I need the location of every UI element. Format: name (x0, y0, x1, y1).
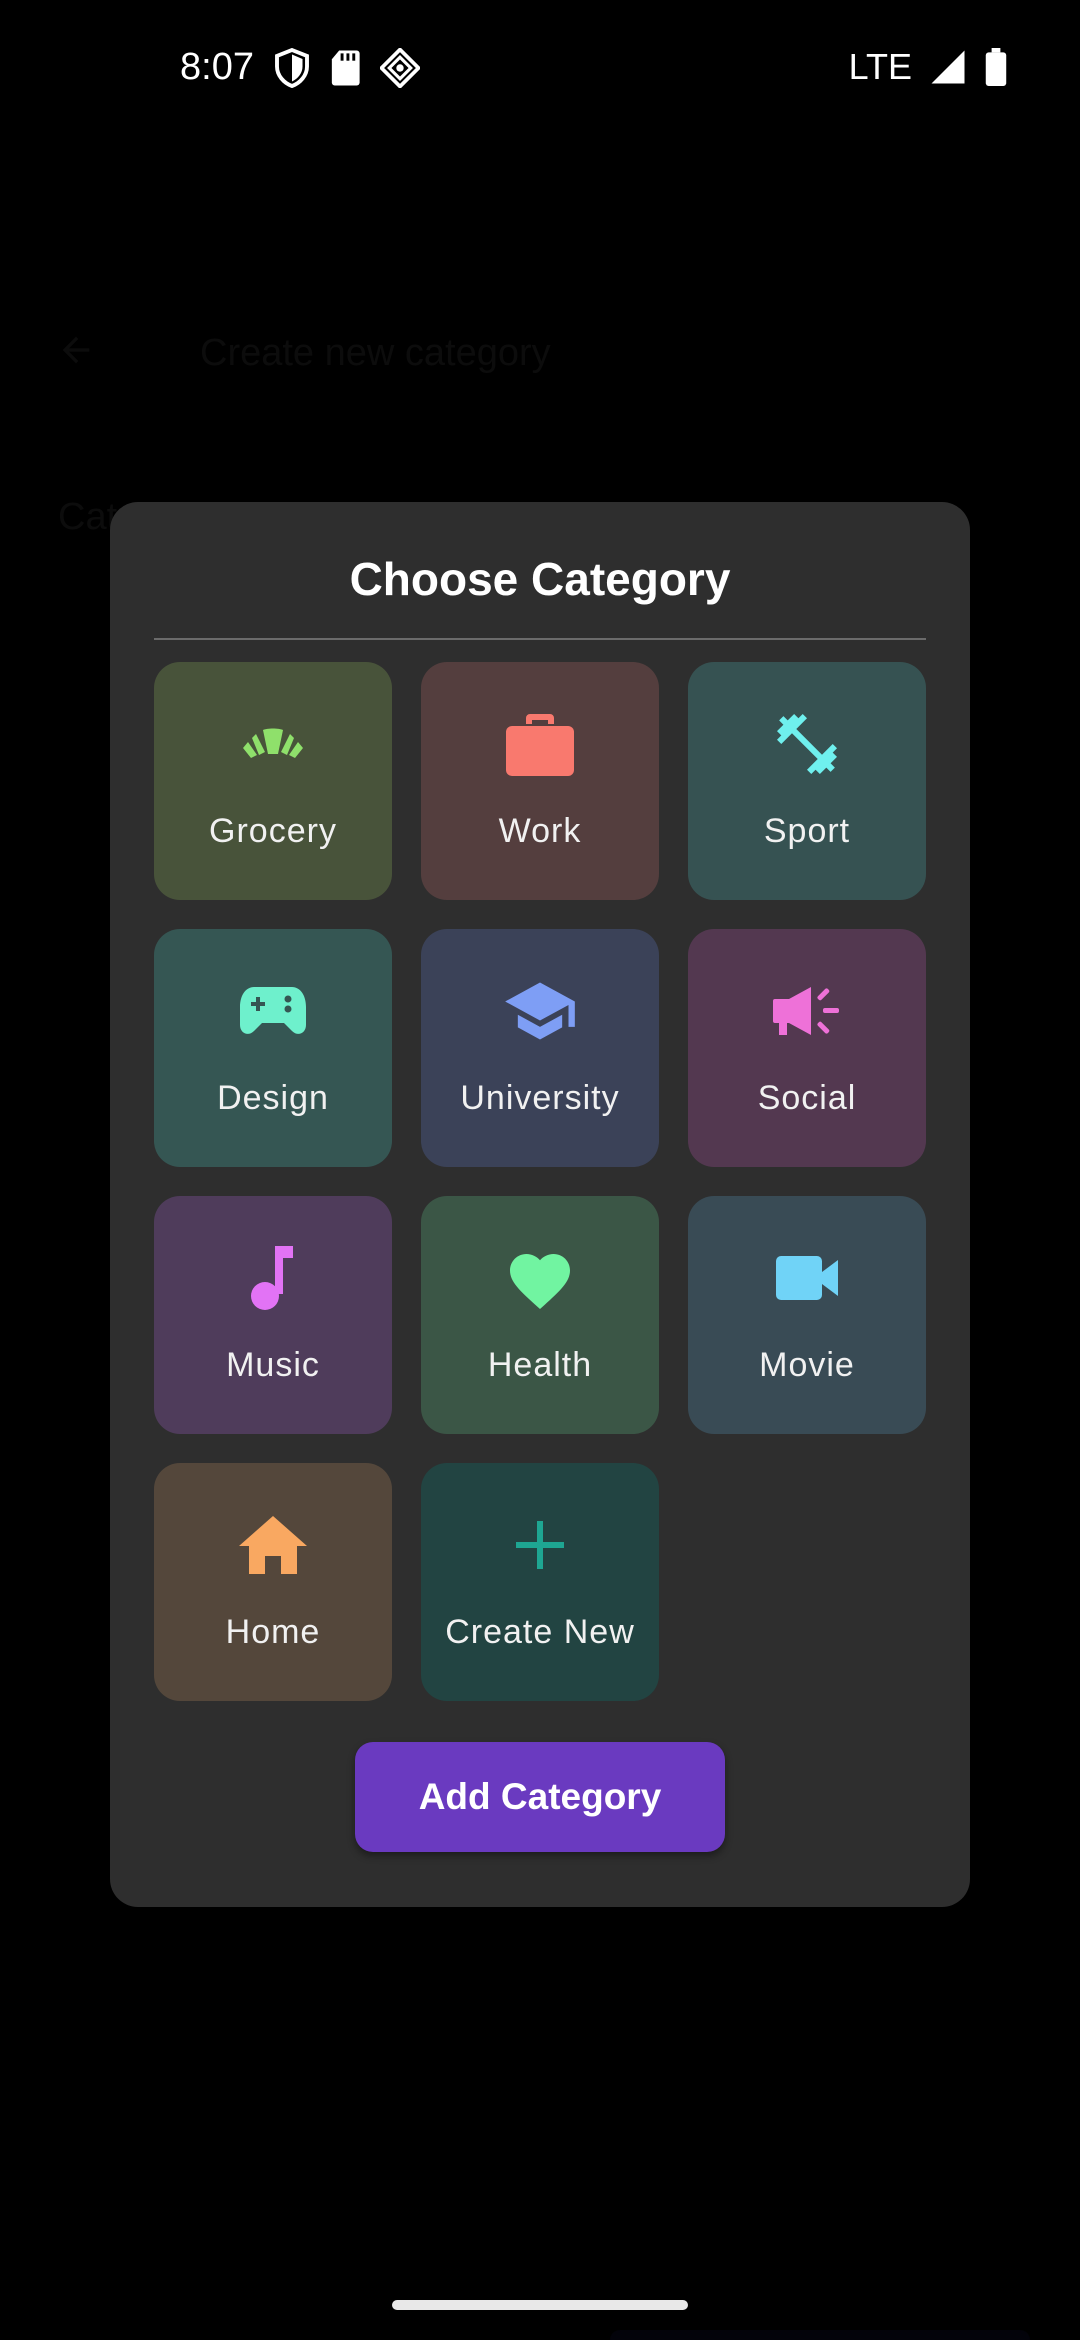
category-label: Sport (763, 812, 851, 850)
status-time: 8:07 (180, 46, 254, 88)
dumbbell-icon (771, 708, 843, 785)
screen: 8:07 LTE Create new category Choose Cate… (0, 0, 1080, 2340)
category-tile-music[interactable]: Music (154, 1196, 392, 1434)
sd-card-icon (330, 49, 360, 87)
diamond-app-icon (379, 47, 420, 88)
dialog-divider (154, 638, 926, 640)
network-type: LTE (848, 46, 912, 87)
battery-icon (984, 48, 1008, 86)
category-tile-home[interactable]: Home (154, 1463, 392, 1701)
category-tile-design[interactable]: Design (154, 929, 392, 1167)
category-tile-create-new[interactable]: Create New (421, 1463, 659, 1701)
home-indicator[interactable] (392, 2300, 688, 2310)
add-category-button[interactable]: Add Category (355, 1742, 725, 1852)
category-tile-sport[interactable]: Sport (688, 662, 926, 900)
megaphone-icon (771, 979, 843, 1048)
category-label: Work (498, 812, 582, 850)
category-label: University (460, 1079, 620, 1117)
heart-icon (504, 1244, 576, 1317)
category-label: Music (226, 1346, 320, 1384)
shield-icon (274, 47, 310, 88)
dialog-title: Choose Category (349, 553, 731, 605)
category-tile-social[interactable]: Social (688, 929, 926, 1167)
category-label: Health (487, 1346, 593, 1384)
status-right: LTE (849, 46, 1008, 88)
croissant-icon (241, 724, 305, 769)
category-tile-grocery[interactable]: Grocery (154, 662, 392, 900)
category-tile-movie[interactable]: Movie (688, 1196, 926, 1434)
category-label: Grocery (209, 812, 337, 850)
briefcase-icon (504, 710, 576, 783)
category-label: Create New (445, 1613, 635, 1651)
gamepad-icon (238, 985, 308, 1042)
plus-icon (514, 1519, 566, 1576)
category-label: Home (225, 1613, 321, 1651)
category-tile-health[interactable]: Health (421, 1196, 659, 1434)
category-label: Movie (759, 1346, 855, 1384)
house-icon (237, 1514, 309, 1581)
category-tile-university[interactable]: University (421, 929, 659, 1167)
background-title: Create new category (200, 332, 551, 374)
choose-category-dialog: Choose Category Grocery Work Sport Desig… (110, 502, 970, 1907)
status-bar: 8:07 LTE (0, 0, 1080, 140)
status-left: 8:07 (180, 46, 420, 89)
background-button (610, 2330, 1030, 2340)
category-label: Design (217, 1079, 329, 1117)
graduation-cap-icon (502, 979, 578, 1048)
category-tile-work[interactable]: Work (421, 662, 659, 900)
back-arrow-icon[interactable] (56, 330, 96, 370)
music-note-icon (249, 1244, 297, 1317)
signal-icon (930, 49, 966, 85)
category-label: Social (757, 1079, 857, 1117)
video-camera-icon (774, 1254, 840, 1307)
